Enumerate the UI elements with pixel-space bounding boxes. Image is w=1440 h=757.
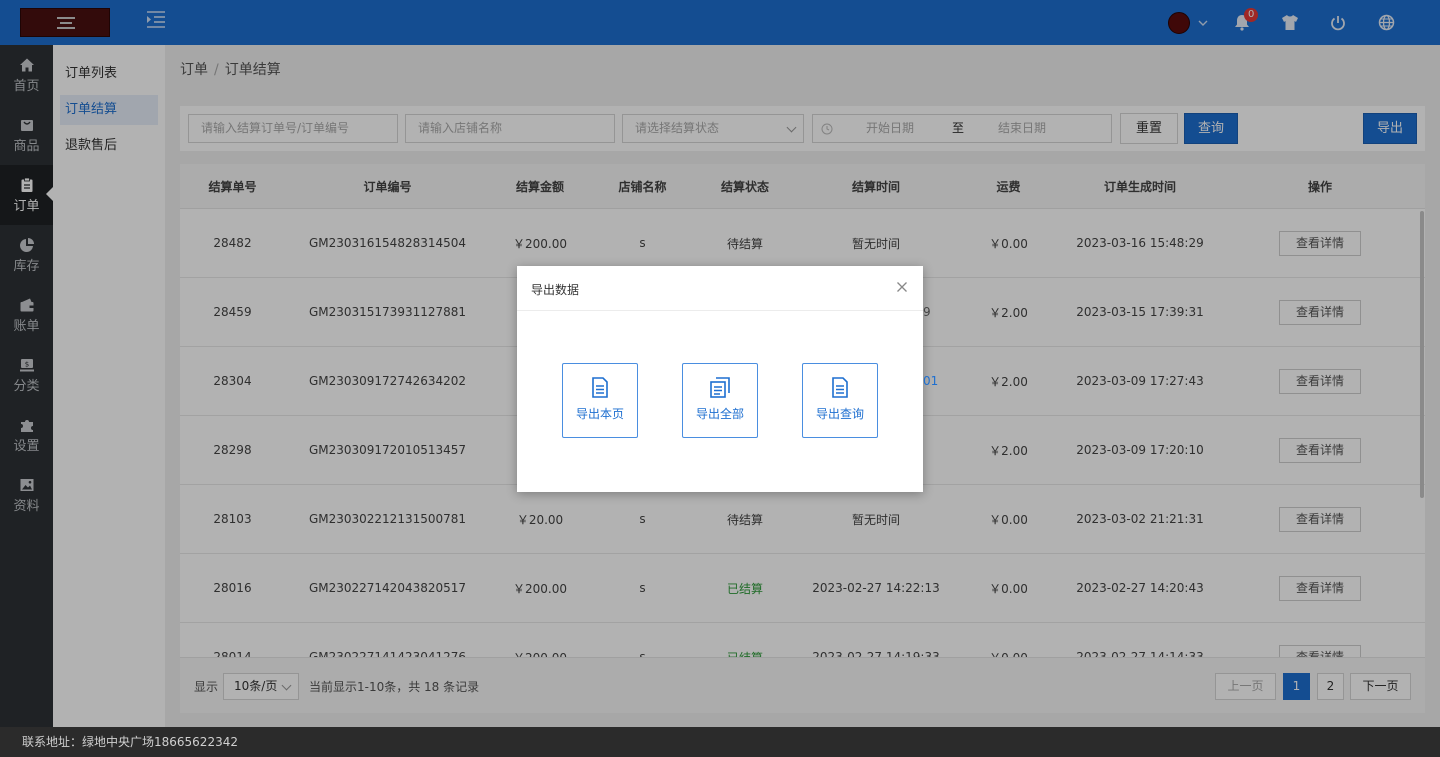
partial-settlement-time: 9 bbox=[923, 305, 931, 319]
export-data-dialog: 导出数据 导出本页 导出全部 导出查询 bbox=[517, 266, 923, 492]
documents-icon bbox=[710, 377, 730, 398]
export-query-button[interactable]: 导出查询 bbox=[802, 363, 878, 438]
footer-contact: 联系地址：绿地中央广场18665622342 bbox=[0, 727, 1440, 757]
document-icon bbox=[832, 377, 848, 398]
export-option-label: 导出全部 bbox=[695, 407, 744, 421]
export-current-page-button[interactable]: 导出本页 bbox=[562, 363, 638, 438]
close-icon[interactable] bbox=[895, 280, 909, 294]
partial-settlement-time: 01 bbox=[923, 374, 939, 388]
export-option-label: 导出查询 bbox=[815, 407, 864, 421]
export-option-label: 导出本页 bbox=[575, 407, 624, 421]
export-all-button[interactable]: 导出全部 bbox=[682, 363, 758, 438]
dialog-title: 导出数据 bbox=[531, 283, 580, 297]
dialog-header: 导出数据 bbox=[517, 266, 923, 311]
document-icon bbox=[592, 377, 608, 398]
